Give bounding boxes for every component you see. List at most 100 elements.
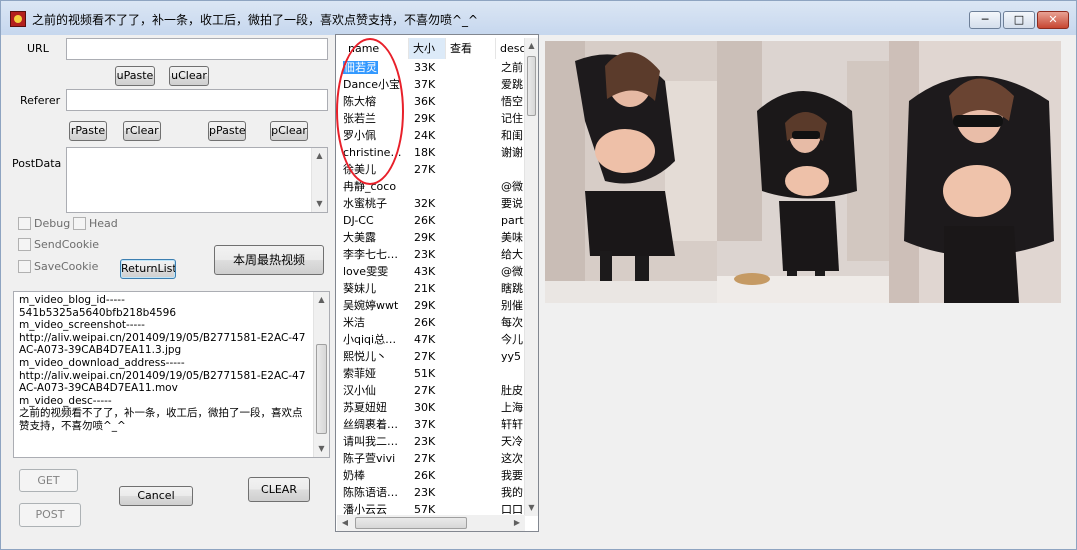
row-desc-cell-text: 今儿 xyxy=(501,333,523,346)
log-scrollbar[interactable]: ▲ ▼ xyxy=(313,292,329,457)
post-button[interactable]: POST xyxy=(19,503,81,527)
row-desc-cell: 别催 xyxy=(501,297,526,314)
list-row[interactable]: 索菲娅 51K xyxy=(336,365,526,382)
postdata-textarea[interactable]: ▲ ▼ xyxy=(66,147,328,213)
list-horizontal-scrollbar[interactable]: ◀ ▶ xyxy=(337,515,525,531)
row-desc-cell-text: 上海 xyxy=(501,401,523,414)
row-size-cell: 29K xyxy=(414,229,444,246)
row-desc-cell: 谢谢 xyxy=(501,144,526,161)
row-desc-cell: 给大 xyxy=(501,246,526,263)
savecookie-checkbox[interactable]: SaveCookie xyxy=(18,260,98,273)
row-name-cell: 丝绸裹着… xyxy=(343,416,409,433)
row-name-cell-text: 小qiqi总… xyxy=(343,333,397,346)
row-desc-cell: 要说 xyxy=(501,195,526,212)
col-size-header[interactable]: 大小 xyxy=(409,38,446,59)
row-desc-cell: 肚皮 xyxy=(501,382,526,399)
scroll-thumb[interactable] xyxy=(316,344,327,434)
row-size-cell: 33K xyxy=(414,59,444,76)
list-row[interactable]: 水蜜桃子 32K 要说 xyxy=(336,195,526,212)
row-size-cell-text: 23K xyxy=(414,486,436,499)
row-size-cell: 24K xyxy=(414,127,444,144)
list-row[interactable]: 请叫我二… 23K 天冷 xyxy=(336,433,526,450)
scroll-thumb[interactable] xyxy=(355,517,467,529)
row-name-cell-text: 苏夏妞妞 xyxy=(343,401,387,414)
list-row[interactable]: 汉小仙 27K 肚皮 xyxy=(336,382,526,399)
row-size-cell-text: 21K xyxy=(414,282,436,295)
clear-button[interactable]: CLEAR xyxy=(248,477,310,502)
row-size-cell: 27K xyxy=(414,161,444,178)
scroll-up-icon[interactable]: ▲ xyxy=(314,292,329,308)
postdata-label: PostData xyxy=(12,157,62,170)
debug-checkbox[interactable]: Debug xyxy=(18,217,70,230)
list-row[interactable]: 熙悦儿丶 27K yy5 xyxy=(336,348,526,365)
hot-videos-button[interactable]: 本周最热视频 xyxy=(214,245,324,275)
row-desc-cell: 记住 xyxy=(501,110,526,127)
row-desc-cell: yy5 xyxy=(501,348,526,365)
maximize-button[interactable]: □ xyxy=(1003,11,1035,29)
scroll-down-icon[interactable]: ▼ xyxy=(314,441,329,457)
returnlist-button[interactable]: ReturnList xyxy=(120,259,176,279)
scroll-down-icon[interactable]: ▼ xyxy=(312,196,327,212)
row-size-cell: 27K xyxy=(414,382,444,399)
minimize-button[interactable]: ─ xyxy=(969,11,1001,29)
rclear-button[interactable]: rClear xyxy=(123,121,161,141)
rpaste-button[interactable]: rPaste xyxy=(69,121,107,141)
sendcookie-checkbox[interactable]: SendCookie xyxy=(18,238,99,251)
head-checkbox[interactable]: Head xyxy=(73,217,118,230)
list-row[interactable]: 陈子萱vivi 27K 这次 xyxy=(336,450,526,467)
list-row[interactable]: 苏夏妞妞 30K 上海 xyxy=(336,399,526,416)
list-row[interactable]: love雯雯 43K @微 xyxy=(336,263,526,280)
row-size-cell-text: 47K xyxy=(414,333,436,346)
uclear-button[interactable]: uClear xyxy=(169,66,209,86)
row-name-cell-text: 熙悦儿丶 xyxy=(343,350,387,363)
row-desc-cell-text: 天冷 xyxy=(501,435,523,448)
cancel-button[interactable]: Cancel xyxy=(119,486,193,506)
list-row[interactable]: 吴婉婷wwt 29K 别催 xyxy=(336,297,526,314)
postdata-scrollbar[interactable]: ▲ ▼ xyxy=(311,148,327,212)
row-size-cell: 43K xyxy=(414,263,444,280)
row-name-cell: 大美露 xyxy=(343,229,409,246)
list-row[interactable]: 丝绸裹着… 37K 轩轩 xyxy=(336,416,526,433)
scroll-right-icon[interactable]: ▶ xyxy=(509,515,525,531)
col-views-header[interactable]: 查看 xyxy=(446,38,496,59)
referer-input[interactable] xyxy=(66,89,328,111)
row-desc-cell-text: 肚皮 xyxy=(501,384,523,397)
row-size-cell: 27K xyxy=(414,348,444,365)
scroll-thumb[interactable] xyxy=(527,56,536,116)
scroll-down-icon[interactable]: ▼ xyxy=(525,500,538,516)
list-row[interactable]: 大美露 29K 美味 xyxy=(336,229,526,246)
row-name-cell: 请叫我二… xyxy=(343,433,409,450)
row-name-cell-text: 汉小仙 xyxy=(343,384,376,397)
app-window: 之前的视频看不了了，补一条，收工后，微拍了一段，喜欢点赞支持，不喜勿喷^_^ ─… xyxy=(0,0,1077,550)
pclear-button[interactable]: pClear xyxy=(270,121,308,141)
row-size-cell: 32K xyxy=(414,195,444,212)
row-size-cell: 37K xyxy=(414,76,444,93)
scroll-up-icon[interactable]: ▲ xyxy=(312,148,327,164)
get-button[interactable]: GET xyxy=(19,469,78,492)
row-name-cell-text: 陈陈语语… xyxy=(343,486,398,499)
response-log[interactable]: m_video_blog_id----- 541b5325a5640bfb218… xyxy=(13,291,330,458)
list-vertical-scrollbar[interactable]: ▲ ▼ xyxy=(524,38,538,516)
list-row[interactable]: 小qiqi总… 47K 今儿 xyxy=(336,331,526,348)
title-bar[interactable]: 之前的视频看不了了，补一条，收工后，微拍了一段，喜欢点赞支持，不喜勿喷^_^ ─… xyxy=(1,1,1076,35)
row-desc-cell-text: 轩轩 xyxy=(501,418,523,431)
close-button[interactable]: ✕ xyxy=(1037,11,1069,29)
list-row[interactable]: 陈陈语语… 23K 我的 xyxy=(336,484,526,501)
list-row[interactable]: 葵妹儿 21K 瞎跳 xyxy=(336,280,526,297)
list-row[interactable]: 李李七七… 23K 给大 xyxy=(336,246,526,263)
row-desc-cell: 悟空 xyxy=(501,93,526,110)
ppaste-button[interactable]: pPaste xyxy=(208,121,246,141)
scroll-up-icon[interactable]: ▲ xyxy=(525,38,538,54)
list-row[interactable]: DJ-CC 26K part xyxy=(336,212,526,229)
list-row[interactable]: 米洁 26K 每次 xyxy=(336,314,526,331)
scroll-left-icon[interactable]: ◀ xyxy=(337,515,353,531)
row-desc-cell: @微 xyxy=(501,178,526,195)
row-size-cell: 51K xyxy=(414,365,444,382)
list-row[interactable]: 奶棒 26K 我要 xyxy=(336,467,526,484)
url-input[interactable] xyxy=(66,38,328,60)
row-size-cell-text: 29K xyxy=(414,231,436,244)
url-label: URL xyxy=(27,42,49,55)
upaste-button[interactable]: uPaste xyxy=(115,66,155,86)
row-name-cell-text: 大美露 xyxy=(343,231,376,244)
col-desc-header[interactable]: desc xyxy=(496,38,526,59)
